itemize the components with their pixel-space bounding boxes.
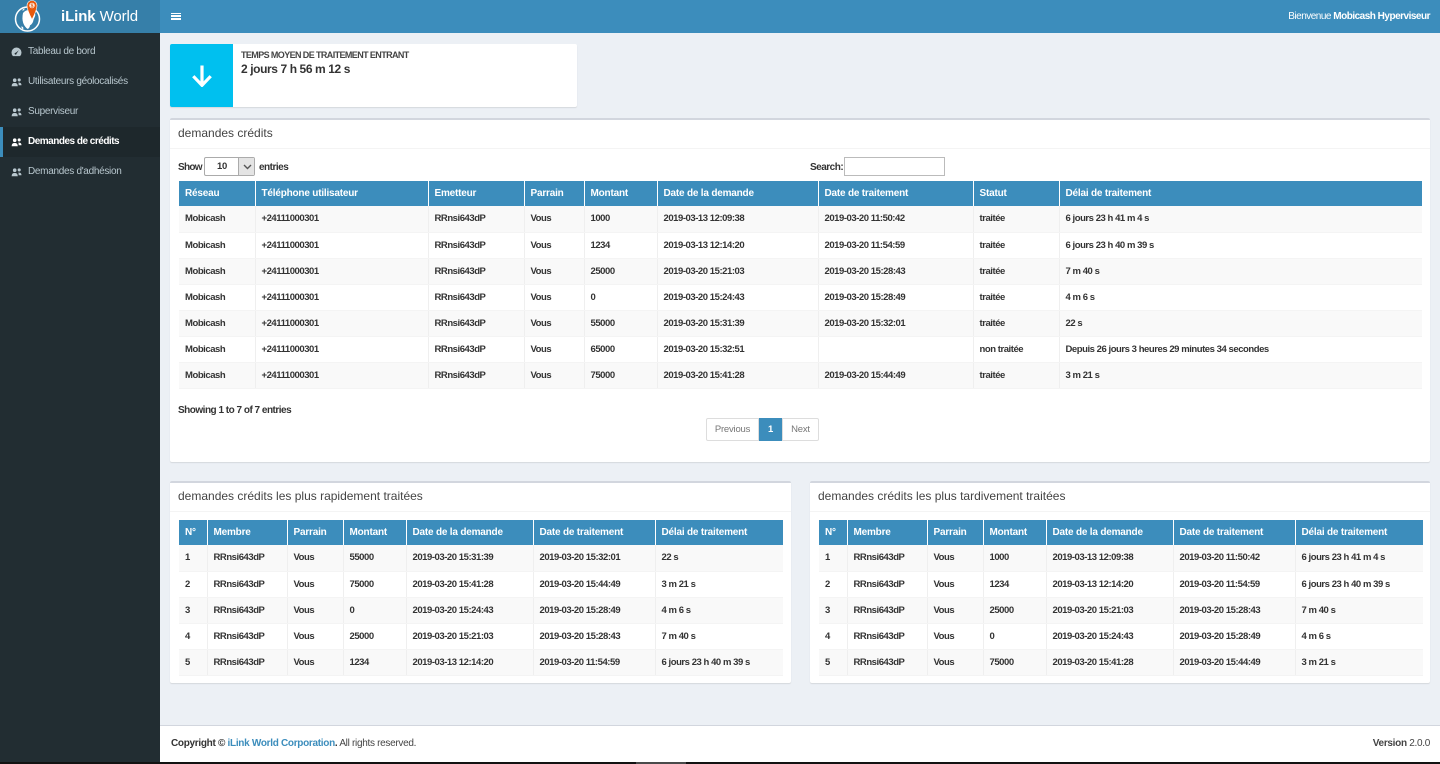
svg-text:$: $: [31, 4, 34, 10]
